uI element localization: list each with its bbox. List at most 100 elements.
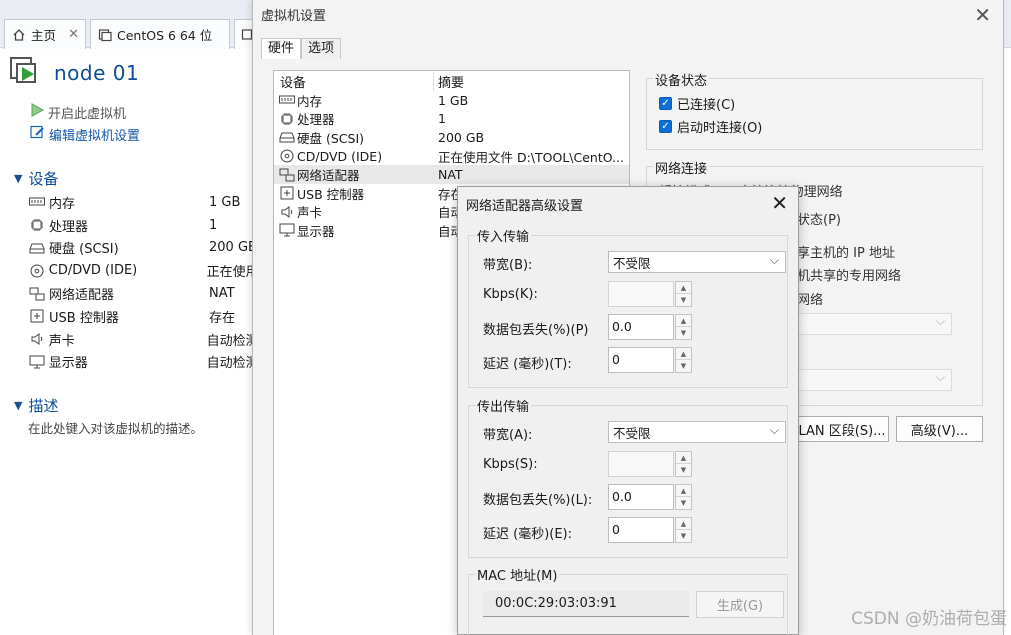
tab-centos[interactable]: CentOS 6 64 位: [90, 19, 230, 49]
hardware-row-cd[interactable]: CD/DVD (IDE) 正在使用文件 D:\TOOL\CentO...: [274, 147, 629, 166]
nat-radio-label[interactable]: 享主机的 IP 地址: [797, 242, 895, 261]
device-row-usb[interactable]: USB 控制器 存在: [28, 305, 258, 328]
mac-address-group: MAC 地址(M) 00:0C:29:03:03:91 生成(G): [468, 565, 788, 635]
incoming-loss-input[interactable]: 0.0: [608, 314, 674, 340]
device-name: 声卡: [48, 333, 75, 349]
incoming-loss-stepper[interactable]: 0.0 ▲ ▼: [608, 314, 694, 340]
spin-buttons: ▲ ▼: [675, 281, 692, 307]
connected-checkbox[interactable]: ✓ 已连接(C): [659, 92, 735, 115]
outgoing-legend: 传出传输: [475, 396, 532, 415]
connected-label: 已连接(C): [677, 98, 736, 113]
incoming-latency-stepper[interactable]: 0 ▲ ▼: [608, 347, 694, 373]
incoming-bandwidth-value: 不受限: [613, 255, 651, 271]
incoming-transfer-group: 传入传输 带宽(B): 不受限 ⌵ Kbps(K): ▲ ▼ 数据包丢失(%)(P…: [468, 226, 788, 388]
spin-up-icon[interactable]: ▲: [676, 348, 691, 360]
watermark: CSDN @奶油荷包蛋: [851, 609, 1007, 629]
tab-centos-label: CentOS 6 64 位: [117, 28, 213, 43]
close-icon[interactable]: ✕: [68, 27, 79, 42]
device-value: NAT: [209, 286, 235, 302]
vm-logo-icon: [10, 56, 42, 90]
tab-options[interactable]: 选项: [301, 38, 342, 59]
spin-up-icon[interactable]: ▲: [676, 315, 691, 327]
spin-down-icon[interactable]: ▼: [676, 294, 691, 306]
incoming-latency-input[interactable]: 0: [608, 347, 674, 373]
outgoing-kbps-label: Kbps(S):: [483, 457, 538, 472]
hardware-summary: 200 GB: [438, 129, 485, 145]
hardware-list-header: 设备 摘要: [274, 71, 629, 91]
edit-settings-action[interactable]: 编辑虚拟机设置: [30, 123, 140, 145]
outgoing-latency-input[interactable]: 0: [608, 517, 674, 543]
spin-buttons: ▲ ▼: [675, 484, 692, 510]
outgoing-loss-input[interactable]: 0.0: [608, 484, 674, 510]
description-header-label: 描述: [28, 397, 59, 415]
device-name: CD/DVD (IDE): [48, 263, 138, 279]
outgoing-kbps-stepper[interactable]: ▲ ▼: [608, 451, 694, 477]
lan-segments-button[interactable]: LAN 区段(S)...: [795, 416, 889, 442]
device-row-memory[interactable]: 内存 1 GB: [28, 191, 258, 214]
network-adapter-advanced-dialog: 网络适配器高级设置 ✕ 传入传输 带宽(B): 不受限 ⌵ Kbps(K): ▲…: [457, 186, 799, 635]
spin-up-icon[interactable]: ▲: [676, 485, 691, 497]
device-row-cpu[interactable]: 处理器 1: [28, 214, 258, 237]
replicate-state-checkbox-label[interactable]: 状态(P): [797, 209, 841, 228]
cpu-icon: [28, 218, 46, 232]
device-row-network[interactable]: 网络适配器 NAT: [28, 282, 258, 305]
custom-network-select[interactable]: [797, 313, 952, 335]
device-name: 处理器: [49, 219, 89, 235]
spin-up-icon[interactable]: ▲: [676, 518, 691, 530]
outgoing-latency-stepper[interactable]: 0 ▲ ▼: [608, 517, 694, 543]
device-row-disk[interactable]: 硬盘 (SCSI) 200 GB: [28, 237, 258, 260]
device-value: 自动检测: [206, 356, 258, 372]
hardware-row-network[interactable]: 网络适配器 NAT: [274, 165, 629, 184]
generate-mac-button[interactable]: 生成(G): [696, 591, 784, 618]
memory-icon: [28, 195, 46, 209]
incoming-kbps-input[interactable]: [608, 281, 674, 307]
outgoing-bandwidth-select[interactable]: 不受限 ⌵: [608, 421, 786, 443]
edit-settings-label: 编辑虚拟机设置: [49, 128, 141, 144]
hardware-row-cpu[interactable]: 处理器 1: [274, 110, 629, 129]
spin-up-icon[interactable]: ▲: [676, 282, 691, 294]
power-on-action[interactable]: 开启此虚拟机: [30, 101, 140, 123]
device-value: 200 GB: [209, 240, 257, 256]
device-name: USB 控制器: [49, 310, 119, 326]
description-placeholder[interactable]: 在此处键入对该虚拟机的描述。: [28, 418, 203, 437]
mac-address-input[interactable]: 00:0C:29:03:03:91: [483, 591, 689, 617]
tab-hardware[interactable]: 硬件: [261, 38, 302, 59]
disk-icon: [28, 241, 46, 255]
close-icon[interactable]: ✕: [974, 3, 991, 27]
column-summary[interactable]: 摘要: [434, 72, 464, 91]
tab-home[interactable]: 主页 ✕: [4, 19, 86, 49]
outgoing-loss-stepper[interactable]: 0.0 ▲ ▼: [608, 484, 694, 510]
cd-icon: [278, 149, 295, 163]
device-row-sound[interactable]: 声卡 自动检测: [28, 328, 258, 351]
lan-segment-select[interactable]: [797, 369, 952, 391]
spin-down-icon[interactable]: ▼: [676, 530, 691, 542]
device-status-group: 设备状态 ✓ 已连接(C) ✓ 启动时连接(O): [646, 70, 983, 150]
description-section-header[interactable]: ▼ 描述: [14, 395, 58, 416]
hardware-row-disk[interactable]: 硬盘 (SCSI) 200 GB: [274, 128, 629, 147]
vm-actions: 开启此虚拟机 编辑虚拟机设置: [30, 101, 140, 145]
hardware-row-memory[interactable]: 内存 1 GB: [274, 91, 629, 110]
spin-down-icon[interactable]: ▼: [676, 497, 691, 509]
close-icon[interactable]: ✕: [771, 191, 788, 215]
hardware-name: CD/DVD (IDE): [297, 148, 383, 164]
host-only-radio-label[interactable]: 机共享的专用网络: [797, 265, 901, 284]
outgoing-kbps-input[interactable]: [608, 451, 674, 477]
device-value: 1: [209, 217, 218, 233]
column-device[interactable]: 设备: [274, 71, 434, 91]
vm-header: node 01: [10, 56, 139, 90]
incoming-bandwidth-select[interactable]: 不受限 ⌵: [608, 251, 786, 273]
spin-down-icon[interactable]: ▼: [676, 327, 691, 339]
incoming-kbps-stepper[interactable]: ▲ ▼: [608, 281, 694, 307]
device-value: 1 GB: [209, 194, 241, 210]
custom-network-radio-label[interactable]: 网络: [797, 289, 823, 308]
device-row-display[interactable]: 显示器 自动检测: [28, 351, 258, 374]
checkmark-icon: ✓: [659, 97, 672, 110]
connect-at-power-on-checkbox[interactable]: ✓ 启动时连接(O): [659, 115, 762, 138]
device-row-cd[interactable]: CD/DVD (IDE) 正在使用: [28, 259, 258, 282]
advanced-button[interactable]: 高级(V)...: [896, 416, 983, 442]
spin-down-icon[interactable]: ▼: [676, 360, 691, 372]
device-name: 网络适配器: [49, 288, 115, 304]
spin-down-icon[interactable]: ▼: [676, 464, 691, 476]
devices-section-header[interactable]: ▼ 设备: [14, 168, 58, 189]
spin-up-icon[interactable]: ▲: [676, 452, 691, 464]
